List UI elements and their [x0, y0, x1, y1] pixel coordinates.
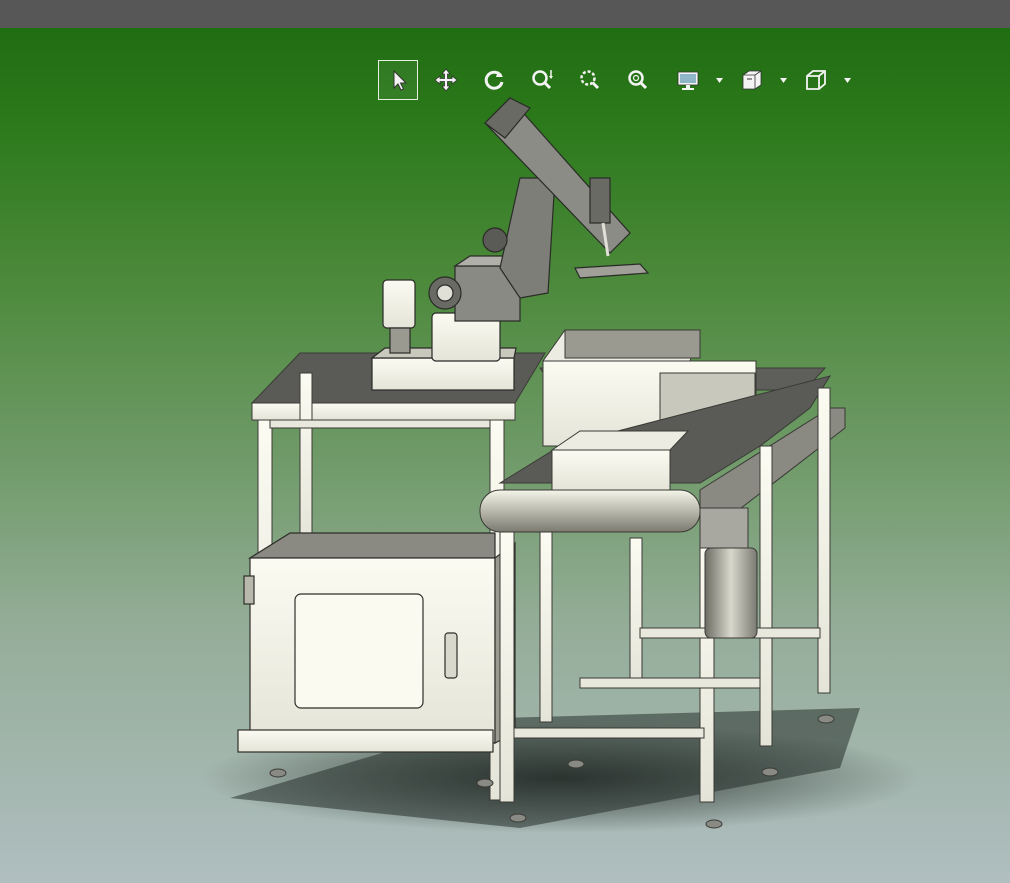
3d-viewport[interactable]: [0, 28, 1010, 883]
pan-button[interactable]: [426, 60, 466, 100]
zoom-in-out-button[interactable]: [522, 60, 562, 100]
view-orientation-dropdown-caret[interactable]: [842, 74, 852, 86]
display-style-button[interactable]: [668, 60, 708, 100]
section-view-button[interactable]: [732, 60, 772, 100]
rotate-button[interactable]: [474, 60, 514, 100]
view-orientation-button[interactable]: [796, 60, 836, 100]
cad-model-robot-workcell[interactable]: [0, 28, 1010, 883]
control-cabinet: [237, 532, 516, 753]
view-cube-icon: [806, 70, 826, 90]
rotate-icon: [484, 70, 504, 90]
zoom-fit-icon: [628, 70, 648, 90]
section-view-icon: [742, 70, 762, 90]
title-bar: [0, 0, 1010, 28]
display-monitor-icon: [677, 71, 699, 90]
chevron-down-icon: [779, 77, 787, 83]
display-dropdown-caret[interactable]: [714, 74, 724, 86]
zoom-fit-button[interactable]: [618, 60, 658, 100]
select-button[interactable]: [378, 60, 418, 100]
zoom-in-out-icon: [532, 70, 553, 90]
chevron-down-icon: [843, 77, 851, 83]
pan-move-icon: [434, 68, 458, 92]
section-dropdown-caret[interactable]: [778, 74, 788, 86]
zoom-area-icon: [580, 70, 600, 90]
chevron-down-icon: [715, 77, 723, 83]
zoom-area-button[interactable]: [570, 60, 610, 100]
select-arrow-icon: [393, 69, 408, 91]
view-toolbar: [376, 60, 856, 100]
